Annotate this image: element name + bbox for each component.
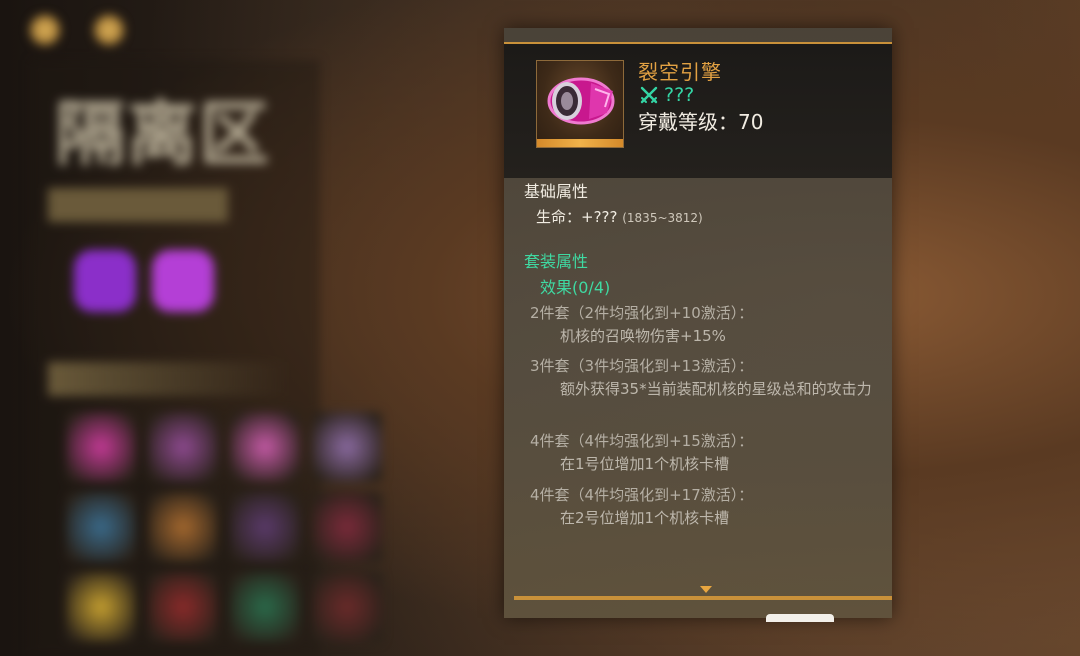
base-stat-line: 生命：+??? (1835~3812) [536, 206, 703, 227]
background-section-bar [48, 362, 288, 396]
tooltip-footer-bar [514, 596, 892, 600]
set-bonus-header: 4件套（4件均强化到+17激活）： [530, 486, 754, 504]
background-top-button-2[interactable] [94, 15, 124, 45]
background-item-slot[interactable] [148, 412, 218, 482]
set-bonus-desc: 额外获得35*当前装配机核的星级总和的攻击力 [560, 380, 872, 398]
set-effect-count: 效果(0/4) [540, 278, 611, 297]
background-top-button-1[interactable] [30, 15, 60, 45]
coin-icon [30, 15, 60, 45]
bottom-scroll-handle[interactable] [766, 614, 834, 622]
background-gem[interactable] [74, 250, 136, 312]
void-engine-item-icon [547, 77, 615, 125]
background-sub-bar [48, 188, 228, 222]
chevron-down-icon[interactable] [700, 586, 712, 593]
background-title: 隔离区 [55, 92, 271, 175]
background-item-slot[interactable] [230, 492, 300, 562]
base-stat-label: 生命：+??? [536, 208, 618, 226]
set-bonus-header: 2件套（2件均强化到+10激活）： [530, 304, 754, 322]
background-item-slot[interactable] [148, 492, 218, 562]
set-bonus-header: 3件套（3件均强化到+13激活）： [530, 357, 754, 375]
set-bonus-desc: 机核的召唤物伤害+15% [560, 327, 726, 345]
background-item-slot[interactable] [230, 572, 300, 642]
wear-level: 穿戴等级：70 [638, 110, 764, 134]
background-item-slot[interactable] [230, 412, 300, 482]
item-tooltip: 裂空引擎 ??? 穿戴等级：70 基础属性 生命：+??? (1835~3812… [504, 28, 892, 618]
rarity-bar [537, 139, 623, 147]
set-bonus-header: 4件套（4件均强化到+15激活）： [530, 432, 754, 450]
set-bonus-desc: 在1号位增加1个机核卡槽 [560, 455, 730, 473]
coin-icon [94, 15, 124, 45]
item-level-row: ??? [640, 84, 694, 106]
set-bonus-desc: 在2号位增加1个机核卡槽 [560, 509, 730, 527]
base-stat-range: (1835~3812) [622, 211, 703, 225]
background-item-slot[interactable] [66, 412, 136, 482]
background-item-slot[interactable] [312, 572, 382, 642]
set-attributes-title: 套装属性 [524, 252, 589, 271]
background-gem[interactable] [152, 250, 214, 312]
item-icon-frame [536, 60, 624, 148]
item-level-text: ??? [664, 84, 695, 106]
background-item-slot[interactable] [66, 492, 136, 562]
background-top-bar [30, 8, 330, 52]
item-name: 裂空引擎 [638, 60, 722, 84]
background-item-slot[interactable] [66, 572, 136, 642]
background-item-slot[interactable] [312, 492, 382, 562]
background-item-slot[interactable] [312, 412, 382, 482]
background-item-slot[interactable] [148, 572, 218, 642]
background-item-grid [66, 412, 382, 642]
crossed-swords-icon [640, 86, 658, 104]
tooltip-header: 裂空引擎 ??? 穿戴等级：70 [504, 42, 892, 178]
base-attributes-title: 基础属性 [524, 182, 589, 201]
